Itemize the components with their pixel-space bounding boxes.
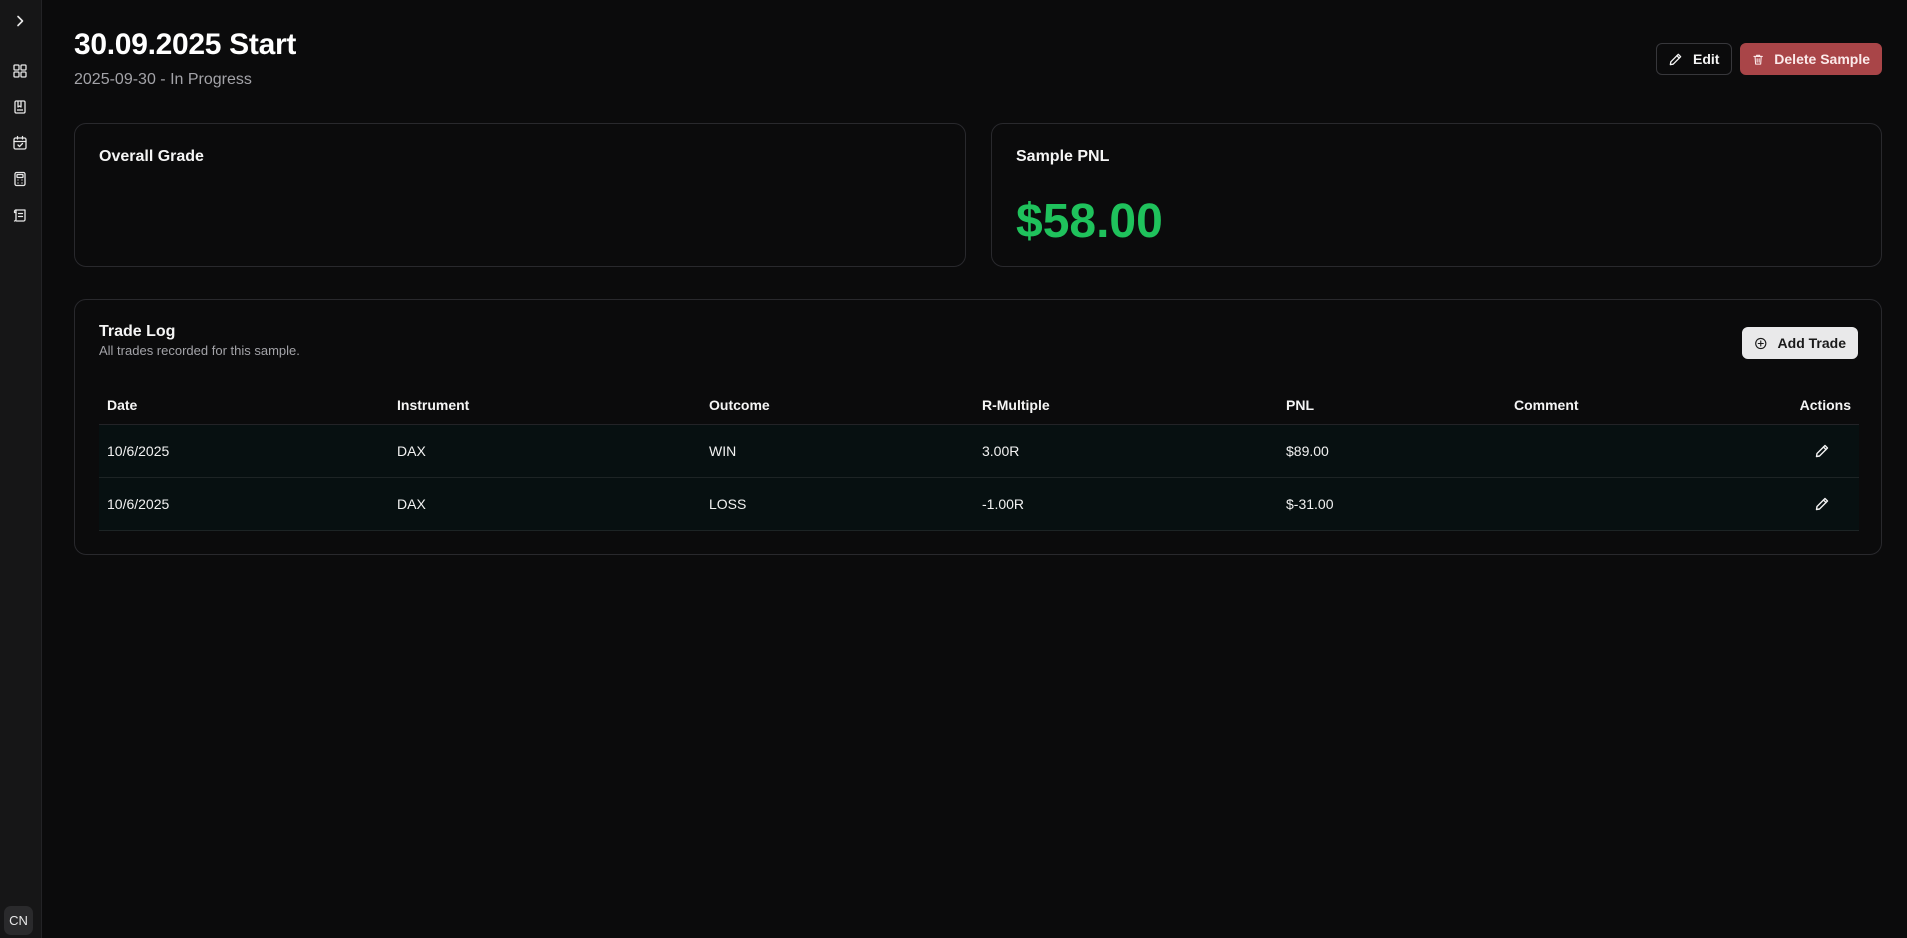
table-header: Date Instrument Outcome R-Multiple PNL C…	[99, 385, 1859, 425]
delete-sample-label: Delete Sample	[1774, 51, 1870, 67]
cell-outcome: LOSS	[709, 496, 747, 512]
page-title: 30.09.2025 Start	[74, 28, 297, 61]
column-header-comment[interactable]: Comment	[1514, 385, 1579, 424]
cell-pnl: $-31.00	[1286, 496, 1334, 512]
trade-table: Date Instrument Outcome R-Multiple PNL C…	[99, 385, 1859, 531]
table-row[interactable]: 10/6/2025 DAX LOSS -1.00R $-31.00	[99, 478, 1859, 531]
sample-pnl-card: Sample PNL $58.00	[991, 123, 1882, 267]
pencil-icon	[1669, 53, 1682, 65]
cell-instrument: DAX	[397, 443, 426, 459]
column-header-date[interactable]: Date	[107, 385, 137, 424]
cell-pnl: $89.00	[1286, 443, 1329, 459]
column-header-actions: Actions	[1799, 396, 1851, 413]
cell-outcome: WIN	[709, 443, 737, 459]
delete-sample-button[interactable]: Delete Sample	[1740, 43, 1882, 75]
column-header-outcome[interactable]: Outcome	[709, 385, 770, 424]
overall-grade-card: Overall Grade	[74, 123, 966, 267]
edit-trade-icon[interactable]	[1813, 495, 1831, 513]
add-trade-button[interactable]: Add Trade	[1742, 327, 1858, 359]
dashboard-grid-icon[interactable]	[9, 60, 31, 82]
cell-r-multiple: 3.00R	[982, 443, 1020, 459]
calculator-icon[interactable]	[9, 168, 31, 190]
notebook-icon[interactable]	[9, 96, 31, 118]
column-header-instrument[interactable]: Instrument	[397, 385, 469, 424]
page-subtitle: 2025-09-30 - In Progress	[74, 71, 252, 88]
cell-instrument: DAX	[397, 496, 426, 512]
calendar-check-icon[interactable]	[9, 132, 31, 154]
sidebar: CN	[0, 0, 42, 938]
cell-r-multiple: -1.00R	[982, 496, 1025, 512]
add-trade-label: Add Trade	[1777, 335, 1846, 351]
avatar[interactable]: CN	[4, 906, 33, 935]
edit-button-label: Edit	[1693, 51, 1720, 67]
column-header-r-multiple[interactable]: R-Multiple	[982, 385, 1050, 424]
trade-log-subtitle: All trades recorded for this sample.	[99, 343, 300, 358]
chevron-right-icon[interactable]	[9, 10, 31, 32]
trash-icon	[1753, 54, 1763, 65]
table-row[interactable]: 10/6/2025 DAX WIN 3.00R $89.00	[99, 425, 1859, 478]
sample-pnl-value: $58.00	[1016, 195, 1163, 248]
trade-log-card: Trade Log All trades recorded for this s…	[74, 299, 1882, 555]
edit-button[interactable]: Edit	[1656, 43, 1732, 75]
trade-log-title: Trade Log	[99, 323, 176, 340]
scroll-icon[interactable]	[9, 204, 31, 226]
sample-pnl-title: Sample PNL	[1016, 148, 1110, 165]
cell-date: 10/6/2025	[107, 496, 170, 512]
cell-date: 10/6/2025	[107, 443, 170, 459]
overall-grade-title: Overall Grade	[99, 148, 204, 165]
plus-circle-icon	[1755, 337, 1767, 349]
column-header-pnl[interactable]: PNL	[1286, 385, 1314, 424]
edit-trade-icon[interactable]	[1813, 442, 1831, 460]
